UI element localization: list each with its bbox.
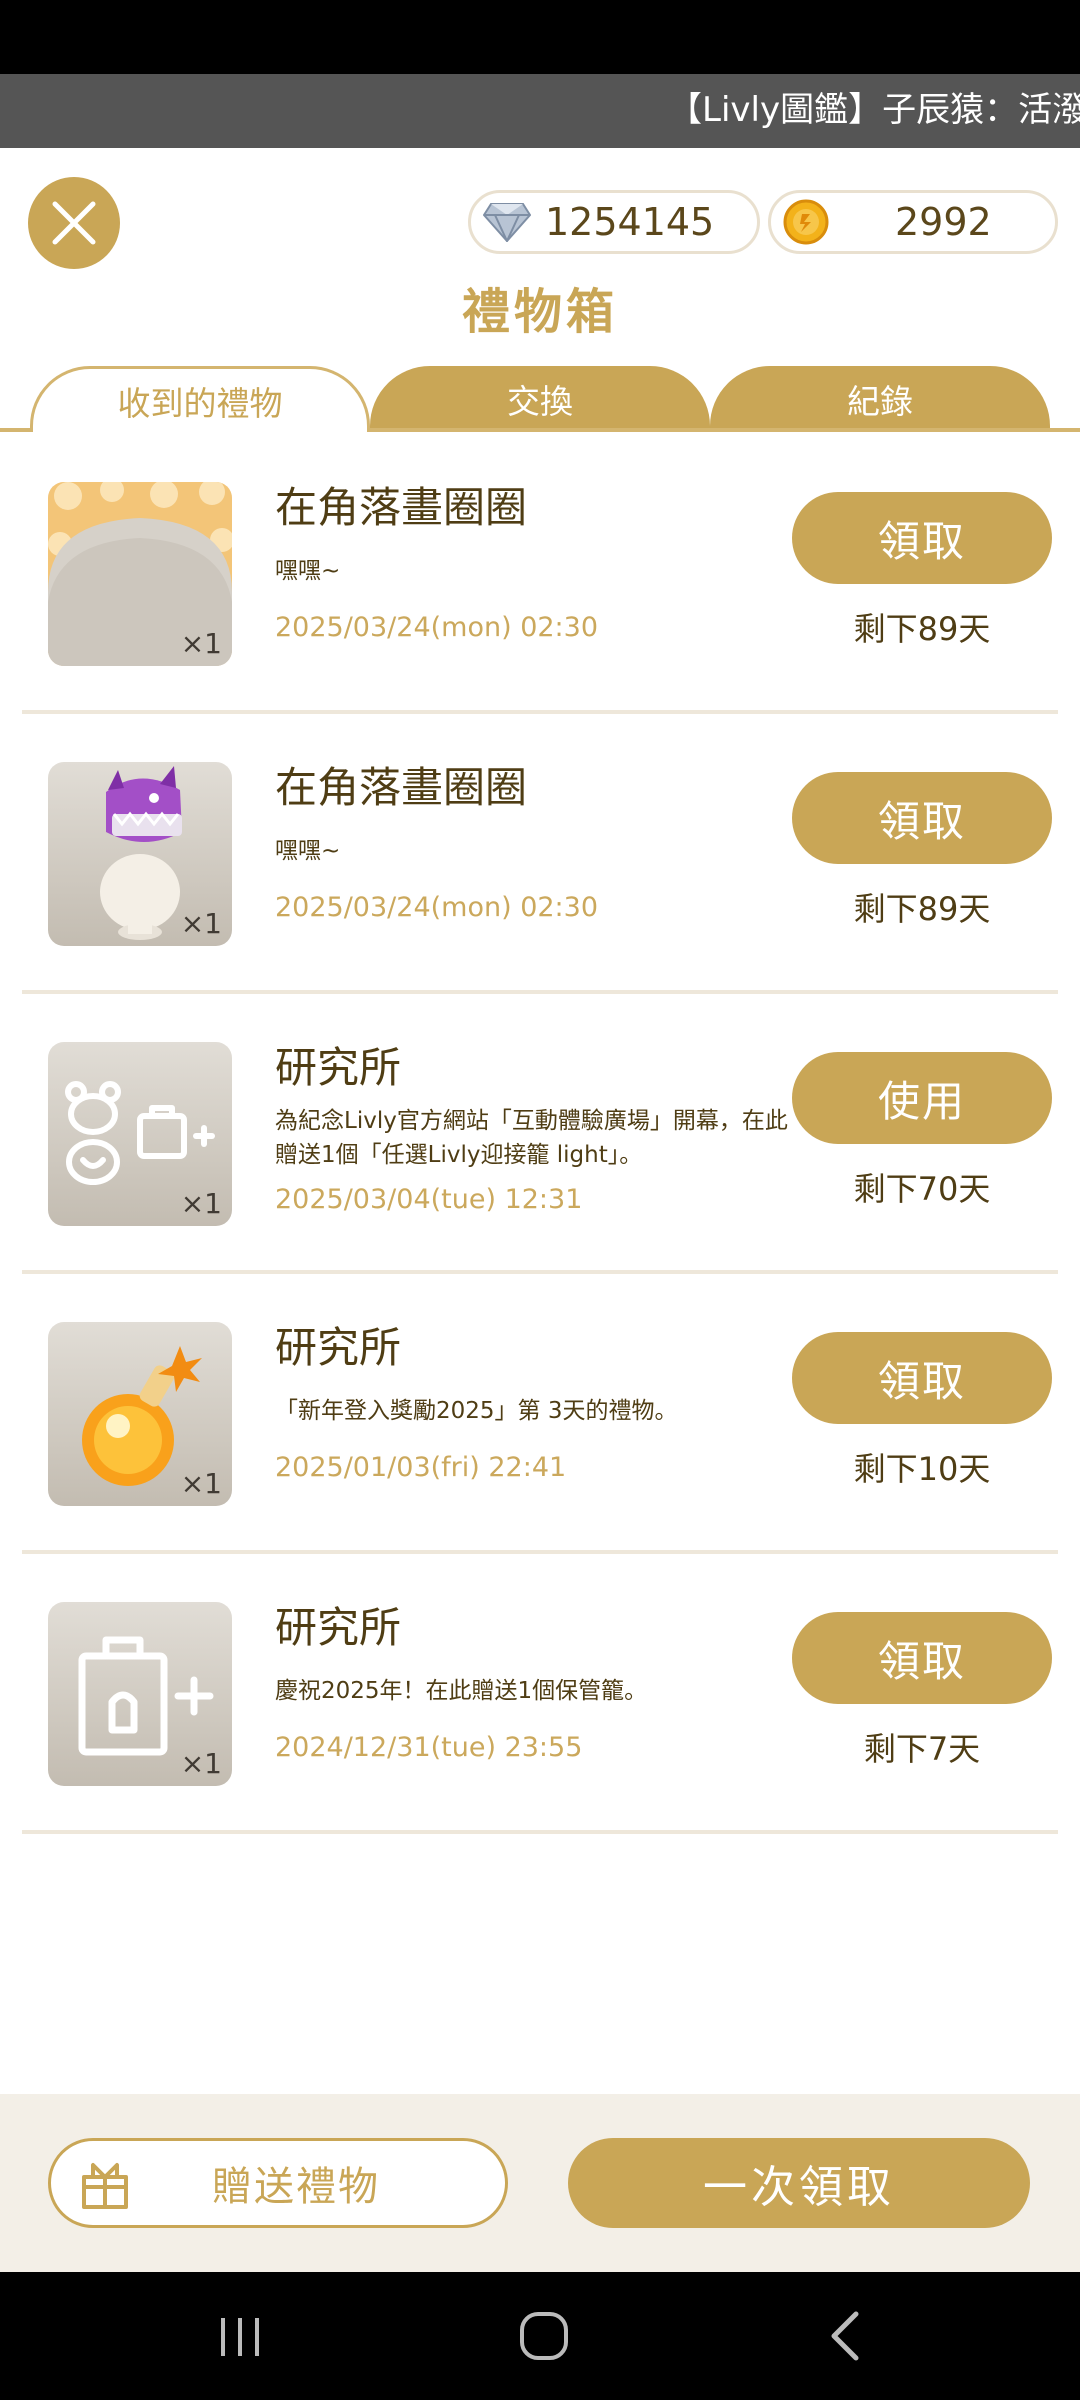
claim-button[interactable]: 領取	[792, 1612, 1052, 1704]
diamond-icon	[483, 203, 531, 242]
gift-date: 2024/12/31(tue) 23:55	[275, 1732, 583, 1763]
row-divider	[22, 1830, 1058, 1834]
tab-received-gifts[interactable]: 收到的禮物	[30, 366, 370, 432]
remaining-days: 剩下7天	[863, 1730, 981, 1768]
page-title: 禮物箱	[461, 284, 618, 340]
gift-message: 嘿嘿~	[275, 558, 341, 584]
diamond-amount: 1254145	[545, 200, 715, 244]
gift-sender: 在角落畫圈圈	[275, 763, 528, 812]
diamond-balance: 1254145	[468, 190, 760, 254]
claim-button[interactable]: 領取	[792, 492, 1052, 584]
gift-message: 「新年登入獎勵2025」第 3天的禮物。	[275, 1398, 678, 1424]
status-bar	[0, 0, 1080, 74]
remaining-days: 剩下89天	[853, 610, 991, 648]
gift-quantity: ×1	[180, 1187, 222, 1220]
claim-button[interactable]: 領取	[792, 772, 1052, 864]
use-button[interactable]: 使用	[792, 1052, 1052, 1144]
gift-date: 2025/03/24(mon) 02:30	[275, 612, 599, 643]
close-button[interactable]	[28, 177, 120, 269]
remaining-days: 剩下10天	[853, 1450, 991, 1488]
purple-dragon-hat-item-icon: ×1	[48, 762, 232, 946]
back-icon[interactable]	[826, 2310, 866, 2362]
ticker-text: 【Livly圖鑑】子辰猿：活潑	[668, 90, 1080, 130]
gift-date: 2025/01/03(fri) 22:41	[275, 1452, 567, 1483]
tab-exchange[interactable]: 交換	[370, 366, 710, 432]
coin-balance: 2992	[768, 190, 1058, 254]
home-icon[interactable]	[518, 2310, 570, 2362]
gift-quantity: ×1	[180, 1467, 222, 1500]
remaining-days: 剩下70天	[853, 1170, 991, 1208]
tab-records[interactable]: 紀錄	[710, 366, 1050, 432]
gift-quantity: ×1	[180, 627, 222, 660]
claim-all-button[interactable]: 一次領取	[568, 2138, 1030, 2228]
claim-button[interactable]: 領取	[792, 1332, 1052, 1424]
flower-background-item-icon: ×1	[48, 482, 232, 666]
coin-icon	[783, 199, 829, 245]
gift-sender: 研究所	[275, 1323, 402, 1372]
system-nav-bar	[0, 2272, 1080, 2400]
gift-sender: 在角落畫圈圈	[275, 483, 528, 532]
gift-row: ×1 研究所 為紀念Livly官方網站「互動體驗廣場」開幕，在此贈送1個「任選L…	[22, 994, 1058, 1274]
recent-apps-icon[interactable]	[215, 2312, 265, 2362]
gift-row: ×1 研究所 慶祝2025年！在此贈送1個保管籠。 2024/12/31(tue…	[22, 1554, 1058, 1834]
close-icon	[52, 201, 96, 245]
storage-cage-plus-icon: ×1	[48, 1602, 232, 1786]
send-gift-button[interactable]: 贈送禮物	[48, 2138, 508, 2228]
gift-message: 慶祝2025年！在此贈送1個保管籠。	[275, 1678, 648, 1704]
gift-date: 2025/03/24(mon) 02:30	[275, 892, 599, 923]
gift-row: ×1 研究所 「新年登入獎勵2025」第 3天的禮物。 2025/01/03(f…	[22, 1274, 1058, 1554]
gift-row: ×1 在角落畫圈圈 嘿嘿~ 2025/03/24(mon) 02:30 領取 剩…	[22, 714, 1058, 994]
send-gift-label: 贈送禮物	[212, 2164, 380, 2210]
gift-date: 2025/03/04(tue) 12:31	[275, 1184, 583, 1215]
remaining-days: 剩下89天	[853, 890, 991, 928]
bottom-action-bar: 贈送禮物 一次領取	[0, 2094, 1080, 2272]
gift-sender: 研究所	[275, 1603, 402, 1652]
gift-row: ×1 在角落畫圈圈 嘿嘿~ 2025/03/24(mon) 02:30 領取 剩…	[22, 434, 1058, 714]
orange-potion-item-icon: ×1	[48, 1322, 232, 1506]
coin-amount: 2992	[895, 200, 992, 244]
gift-quantity: ×1	[180, 907, 222, 940]
news-ticker[interactable]: 【Livly圖鑑】子辰猿：活潑	[0, 74, 1080, 148]
gift-message: 嘿嘿~	[275, 838, 341, 864]
gift-quantity: ×1	[180, 1747, 222, 1780]
gift-sender: 研究所	[275, 1043, 402, 1092]
gift-message: 為紀念Livly官方網站「互動體驗廣場」開幕，在此贈送1個「任選Livly迎接籠…	[275, 1108, 788, 1168]
livly-cage-plus-icon: ×1	[48, 1042, 232, 1226]
